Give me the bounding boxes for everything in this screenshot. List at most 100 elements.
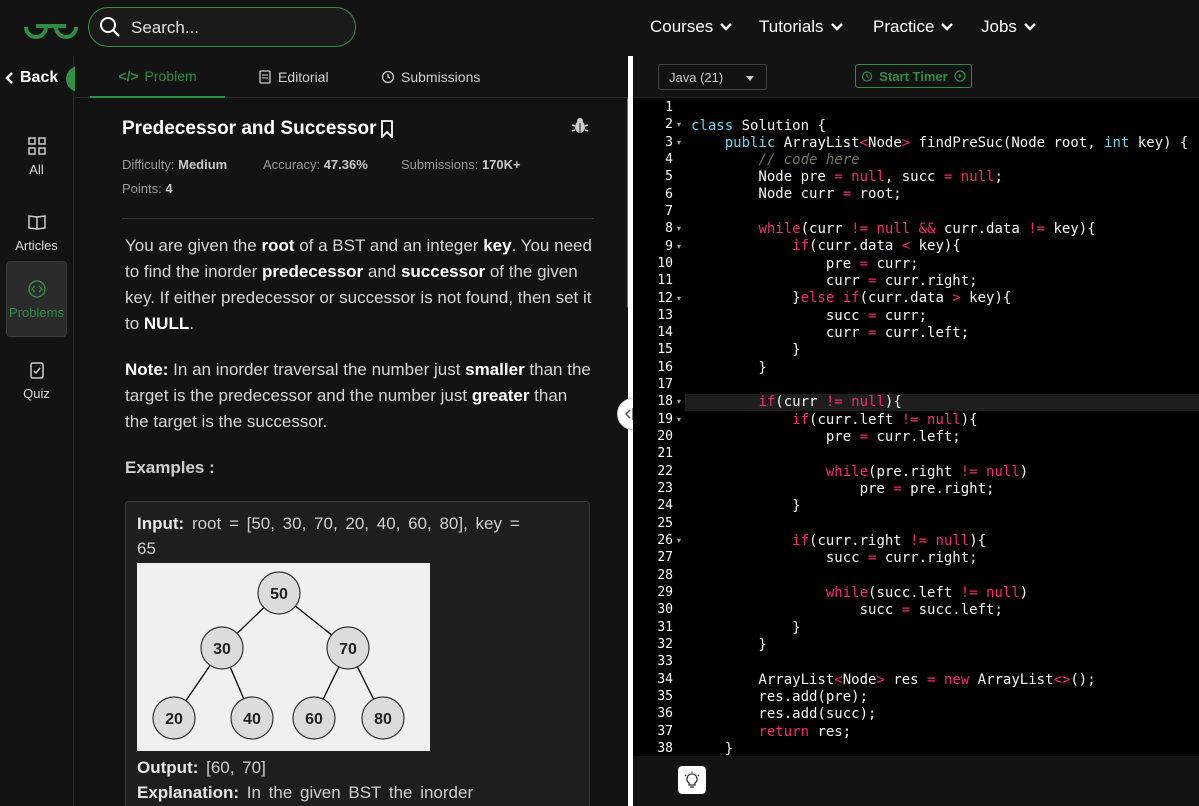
- start-timer-button[interactable]: Start Timer: [855, 64, 972, 88]
- language-value: Java (21): [669, 70, 724, 85]
- tree-node: 50: [257, 571, 301, 615]
- language-select[interactable]: Java (21): [658, 64, 767, 90]
- search-input[interactable]: Search...: [131, 18, 199, 38]
- back-label: Back: [20, 69, 59, 86]
- chevron-down-icon: [941, 23, 954, 31]
- points-label: Points:: [122, 181, 162, 196]
- tab-problem[interactable]: </> Problem: [90, 56, 225, 98]
- fold-toggle-icon[interactable]: ▾: [677, 294, 681, 303]
- problem-title: Predecessor and Successor: [122, 118, 395, 140]
- line-number: 28: [657, 567, 673, 583]
- svg-text:60: 60: [305, 711, 323, 728]
- line-number: 3: [665, 134, 673, 150]
- code-line: return res;: [758, 724, 852, 740]
- rail-item-label: Problems: [9, 304, 64, 320]
- problem-panel: Predecessor and Successor Difficulty: Me…: [75, 98, 628, 806]
- clock-icon: [381, 70, 395, 84]
- examples-heading: Examples :: [125, 458, 215, 477]
- tab-label: Submissions: [401, 69, 481, 85]
- problem-title-text: Predecessor and Successor: [122, 118, 377, 139]
- alarm-icon: [862, 71, 873, 82]
- line-number: 9: [665, 238, 673, 254]
- fold-toggle-icon[interactable]: ▾: [677, 397, 681, 406]
- gfg-logo[interactable]: [22, 12, 80, 42]
- line-number: 21: [657, 446, 673, 462]
- code-line: Node curr = root;: [691, 186, 902, 202]
- fold-toggle-icon[interactable]: ▾: [677, 120, 681, 129]
- chevron-left-icon: [5, 72, 13, 84]
- tree-node: 20: [152, 696, 196, 740]
- bug-report-icon[interactable]: [570, 116, 590, 136]
- search-box[interactable]: Search...: [88, 7, 356, 47]
- menu-tutorials-label: Tutorials: [759, 17, 824, 36]
- rail-item-label: Articles: [15, 237, 58, 253]
- code-line: }: [691, 620, 801, 636]
- line-number: 6: [665, 186, 673, 202]
- code-line: pre = curr.left;: [691, 429, 961, 445]
- input-value: root = [50, 30, 70, 20, 40, 60, 80], key…: [191, 514, 520, 533]
- line-number: 25: [657, 515, 673, 531]
- line-number: 13: [657, 307, 673, 323]
- accuracy-value: 47.36%: [323, 157, 368, 172]
- menu-courses[interactable]: Courses: [650, 17, 733, 37]
- chevron-down-icon: [1024, 23, 1036, 31]
- input-label: Input:: [137, 514, 185, 533]
- line-number: 11: [657, 273, 673, 289]
- code-area[interactable]: 1 2 ▾ 3 ▾ 4 5 6 7 8 ▾ 9 ▾ 10 11 12 ▾ 13 14 15 16 17 18 ▾ 19 ▾ 20 21…: [633, 98, 1199, 756]
- rail-item-problems[interactable]: Problems: [6, 261, 67, 337]
- rail-item-label: All: [29, 161, 44, 177]
- code-line: // code here: [758, 152, 860, 168]
- lightbulb-icon: [684, 771, 700, 788]
- code-editor-panel: Java (21) Start Timer 1 2 ▾ 3 ▾ 4 5 6 7 8 ▾ 9 ▾ 10 11 1…: [633, 56, 1199, 806]
- bookmark-icon[interactable]: [379, 120, 395, 138]
- line-number: 36: [657, 706, 673, 722]
- code-line: while(curr != null && curr.data != key){: [758, 221, 1096, 237]
- svg-text:30: 30: [213, 641, 231, 658]
- fold-toggle-icon[interactable]: ▾: [677, 138, 681, 147]
- document-icon: [259, 70, 271, 84]
- rail-item-quiz[interactable]: Quiz: [6, 342, 67, 418]
- grid-icon: [27, 136, 46, 155]
- menu-tutorials[interactable]: Tutorials: [759, 17, 844, 37]
- problem-description: You are given the root of a BST and an i…: [125, 236, 592, 333]
- menu-courses-label: Courses: [650, 17, 714, 36]
- example-box: Input: root = [50, 30, 70, 20, 40, 60, 8…: [125, 501, 590, 806]
- line-number: 29: [657, 584, 673, 600]
- fold-toggle-icon[interactable]: ▾: [677, 415, 681, 424]
- fold-toggle-icon[interactable]: ▾: [677, 224, 681, 233]
- svg-text:40: 40: [243, 711, 261, 728]
- menu-practice[interactable]: Practice: [873, 17, 954, 37]
- fold-toggle-icon[interactable]: ▾: [677, 536, 681, 545]
- line-number: 35: [657, 688, 673, 704]
- code-line: while(pre.right != null): [825, 464, 1029, 480]
- code-line: curr = curr.right;: [691, 273, 978, 289]
- tab-label: Editorial: [278, 69, 329, 85]
- menu-jobs[interactable]: Jobs: [981, 17, 1037, 37]
- menu-jobs-label: Jobs: [981, 17, 1017, 36]
- problem-tabs: </> Problem Editorial Submissions: [75, 56, 628, 98]
- tree-node: 70: [326, 626, 370, 670]
- tree-node: 30: [200, 626, 244, 670]
- line-number: 23: [657, 481, 673, 497]
- svg-text:50: 50: [270, 586, 288, 603]
- code-line: res.add(pre);: [691, 689, 869, 705]
- rail-item-all[interactable]: All: [6, 118, 67, 194]
- tab-submissions[interactable]: Submissions: [381, 56, 480, 98]
- output-label: Output:: [137, 758, 199, 777]
- submissions-value: 170K+: [481, 157, 521, 172]
- fold-toggle-icon[interactable]: ▾: [677, 242, 681, 251]
- tab-editorial[interactable]: Editorial: [258, 56, 329, 98]
- code-line: }else if(curr.data > key){: [691, 290, 1012, 306]
- line-number: 4: [665, 151, 673, 167]
- submissions-meta: Submissions: 170K+: [401, 157, 521, 172]
- left-rail: All Articles Problems Quiz: [0, 56, 74, 806]
- line-number: 27: [657, 550, 673, 566]
- example-output: Output: [60, 70]: [137, 756, 266, 780]
- code-line: pre = curr;: [691, 256, 919, 272]
- rail-item-articles[interactable]: Articles: [6, 194, 67, 270]
- hint-button[interactable]: [678, 766, 706, 794]
- back-link[interactable]: Back: [4, 67, 58, 89]
- example-input: Input: root = [50, 30, 70, 20, 40, 60, 8…: [137, 512, 520, 536]
- timer-label: Start Timer: [879, 68, 948, 84]
- bst-diagram: 50 30 70 20 40 60 80: [137, 563, 430, 751]
